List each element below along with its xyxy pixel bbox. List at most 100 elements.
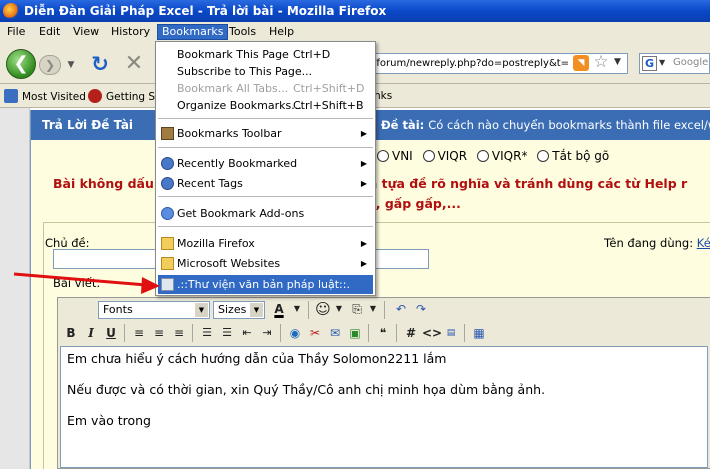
menu-item-recent-tags[interactable]: Recent Tags ▶: [158, 174, 373, 193]
menu-separator: [158, 196, 373, 197]
submenu-arrow-icon: ▶: [360, 129, 367, 138]
toolbar-separator: [396, 324, 397, 342]
redo-icon[interactable]: ↷: [412, 300, 430, 318]
menu-separator: [158, 226, 373, 227]
google-engine-icon[interactable]: G: [642, 56, 657, 71]
rss-feed-icon[interactable]: ◥: [573, 55, 589, 71]
bookmark-most-visited[interactable]: Most Visited: [4, 89, 86, 103]
menu-file[interactable]: File: [3, 25, 29, 41]
most-visited-icon: [4, 89, 18, 103]
menu-separator: [158, 147, 373, 148]
insert-image-icon[interactable]: ▣: [346, 324, 364, 342]
ordered-list-icon[interactable]: ☰: [198, 324, 216, 342]
reload-icon[interactable]: ↻: [88, 52, 112, 76]
editor-toolbar-row2: B I U ≡ ≡ ≡ ☰ ☰ ⇤ ⇥ ◉ ✂ ✉ ▣ ❝ # <> ▤ ▦: [58, 322, 710, 344]
submenu-arrow-icon: ▶: [360, 239, 367, 248]
message-textarea[interactable]: Em chưa hiểu ý cách hướng dẫn của Thầy S…: [60, 346, 708, 468]
url-input[interactable]: /forum/newreply.php?do=postreply&t=: [370, 53, 628, 74]
toolbar-separator: [384, 301, 385, 319]
toolbar-separator: [308, 301, 309, 319]
menu-tools[interactable]: Tools: [225, 25, 260, 41]
unordered-list-icon[interactable]: ☰: [218, 324, 236, 342]
smiley-dropdown-icon[interactable]: ▼: [330, 300, 348, 318]
bookmark-star-icon[interactable]: ☆: [591, 52, 611, 72]
message-line: Em vào trong: [67, 413, 151, 428]
topic-text: Có cách nào chuyển bookmarks thành file …: [428, 118, 710, 132]
window-titlebar: Diễn Đàn Giải Pháp Excel - Trả lời bài -…: [0, 0, 710, 22]
topic-label: Đề tài:: [381, 118, 425, 132]
menu-view[interactable]: View: [69, 25, 103, 41]
menu-item-label: Recent Tags: [177, 177, 243, 190]
menu-item-organize-bookmarks[interactable]: Organize Bookmarks... Ctrl+Shift+B: [158, 96, 373, 115]
indent-icon[interactable]: ⇥: [258, 324, 276, 342]
bookmark-links[interactable]: nks: [374, 89, 392, 103]
menu-edit[interactable]: Edit: [35, 25, 64, 41]
table-icon[interactable]: ▦: [470, 324, 488, 342]
message-line: Nếu được và có thời gian, xin Quý Thầy/C…: [67, 382, 546, 397]
menu-item-label: Get Bookmark Add-ons: [177, 207, 305, 220]
radio-vni[interactable]: [377, 150, 389, 162]
body-label: Bài viết:: [53, 276, 101, 290]
warning-part1: Bài không dấu: [53, 176, 154, 191]
search-input[interactable]: G ▼ Google: [639, 53, 710, 74]
underline-icon[interactable]: U: [102, 324, 120, 342]
rich-text-editor: Fonts ▼ Sizes ▼ A ▼ ☺ ▼ ⎘ ▼ ↶ ↷ B I U ≡ ≡: [57, 297, 710, 469]
menu-history[interactable]: History: [107, 25, 154, 41]
username-link[interactable]: Ké: [697, 236, 710, 250]
html-icon[interactable]: <>: [422, 324, 442, 342]
undo-icon[interactable]: ↶: [392, 300, 410, 318]
font-select[interactable]: Fonts ▼: [98, 301, 210, 319]
menu-item-bookmarks-toolbar[interactable]: Bookmarks Toolbar ▶: [158, 124, 373, 143]
stop-icon[interactable]: ✕: [122, 52, 146, 76]
toolbar-separator: [124, 324, 125, 342]
chevron-down-icon: ▼: [250, 303, 263, 317]
menu-item-recently-bookmarked[interactable]: Recently Bookmarked ▶: [158, 154, 373, 173]
menu-item-microsoft-websites[interactable]: Microsoft Websites ▶: [158, 254, 373, 273]
bold-icon[interactable]: B: [62, 324, 80, 342]
code-icon[interactable]: #: [402, 324, 420, 342]
reply-header-topic: Đề tài: Có cách nào chuyển bookmarks thà…: [381, 118, 710, 132]
unlink-icon[interactable]: ✂: [306, 324, 324, 342]
menu-item-mozilla-firefox[interactable]: Mozilla Firefox ▶: [158, 234, 373, 253]
align-right-icon[interactable]: ≡: [170, 324, 188, 342]
ime-label: Tắt bộ gõ: [552, 149, 610, 163]
color-dropdown-icon[interactable]: ▼: [288, 300, 306, 318]
size-select[interactable]: Sizes ▼: [213, 301, 265, 319]
quote-icon[interactable]: ❝: [374, 324, 392, 342]
italic-icon[interactable]: I: [82, 324, 100, 342]
bookmark-getting-started[interactable]: Getting St: [88, 89, 159, 103]
menu-help[interactable]: Help: [265, 25, 298, 41]
bookmark-label: Most Visited: [22, 91, 86, 103]
menu-item-label: Subscribe to This Page...: [177, 65, 313, 78]
engine-dropdown-icon[interactable]: ▼: [659, 58, 665, 67]
attachment-dropdown-icon[interactable]: ▼: [364, 300, 382, 318]
menu-bookmarks[interactable]: Bookmarks: [157, 24, 229, 40]
forward-button[interactable]: ❯: [39, 55, 61, 75]
php-icon[interactable]: ▤: [442, 324, 460, 342]
radio-viqr[interactable]: [422, 150, 435, 162]
back-button[interactable]: ❮: [6, 49, 36, 79]
editor-toolbar-row1: Fonts ▼ Sizes ▼ A ▼ ☺ ▼ ⎘ ▼ ↶ ↷: [58, 298, 710, 322]
radio-off[interactable]: [537, 150, 550, 162]
ime-label: VIQR*: [491, 149, 528, 163]
menu-separator: [158, 118, 373, 119]
history-dropdown-icon[interactable]: ▼: [64, 55, 78, 75]
insert-link-icon[interactable]: ◉: [286, 324, 304, 342]
firefox-icon: [3, 3, 19, 19]
text-color-icon[interactable]: A: [270, 300, 288, 318]
menu-item-thu-vien-van-ban[interactable]: .::Thư viện văn bản pháp luật::.: [158, 275, 373, 294]
insert-email-icon[interactable]: ✉: [326, 324, 344, 342]
submenu-arrow-icon: ▶: [360, 179, 367, 188]
radio-viqr-star[interactable]: [476, 150, 489, 162]
ime-label: VNI: [392, 149, 413, 163]
toolbar-separator: [192, 324, 193, 342]
menu-item-get-addons[interactable]: Get Bookmark Add-ons: [158, 204, 373, 223]
bookmarks-menu: Bookmark This Page Ctrl+D Subscribe to Th…: [155, 41, 376, 296]
url-dropdown-icon[interactable]: ▼: [614, 57, 621, 67]
username-text: Tên đang dùng:: [604, 236, 694, 250]
page-gutter: [0, 108, 30, 469]
outdent-icon[interactable]: ⇤: [238, 324, 256, 342]
align-center-icon[interactable]: ≡: [150, 324, 168, 342]
align-left-icon[interactable]: ≡: [130, 324, 148, 342]
username-label: Tên đang dùng: Ké: [604, 236, 710, 250]
